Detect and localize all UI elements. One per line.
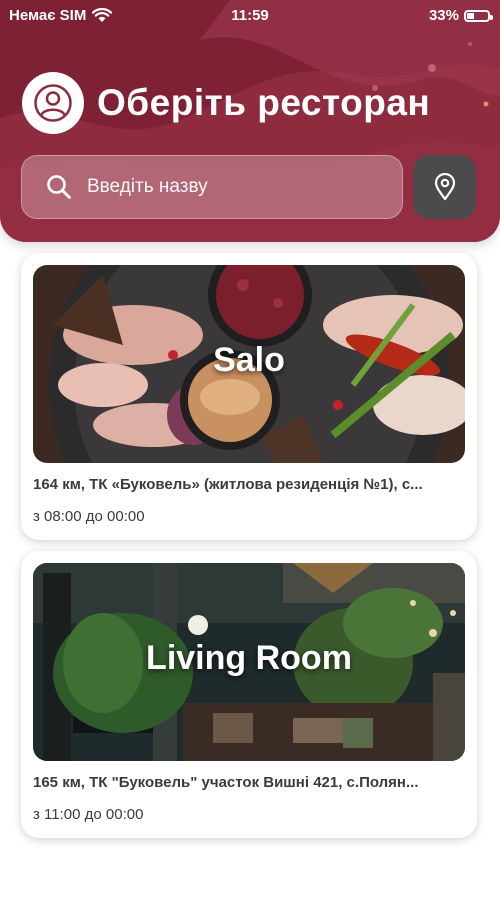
restaurant-name: Salo [213,341,285,379]
restaurant-photo: Living Room [33,563,465,761]
restaurant-name: Living Room [146,639,352,677]
restaurant-photo: Salo [33,265,465,463]
location-button[interactable] [413,155,476,219]
user-icon [34,84,72,122]
page-title: Оберіть ресторан [97,82,431,123]
battery-percent: 33% [428,7,459,24]
search-bar[interactable] [21,155,403,219]
restaurant-address: 164 км, ТК «Буковель» (житлова резиденці… [33,476,423,493]
search-icon [47,175,71,199]
restaurant-address: 165 км, ТК "Буковель" участок Вишні 421,… [33,774,419,791]
status-time: 11:59 [231,7,269,24]
restaurant-hours: з 08:00 до 00:00 [33,508,145,525]
battery-indicator: 33% [428,7,493,24]
profile-avatar-button[interactable] [22,72,84,134]
restaurant-card[interactable]: Living Room 165 км, ТК "Буковель" участо… [21,551,477,838]
restaurant-card[interactable]: Salo 164 км, ТК «Буковель» (житлова рези… [21,253,477,540]
battery-icon [464,9,493,22]
status-bar: Немає SIM 11:59 33% [0,0,500,30]
battery-fill [467,12,474,19]
restaurant-hours: з 11:00 до 00:00 [33,806,144,823]
header: Немає SIM 11:59 33% Оберіть ресторан [0,0,500,242]
location-pin-icon [434,173,455,201]
search-input[interactable] [85,175,389,199]
battery-cap [490,14,493,20]
